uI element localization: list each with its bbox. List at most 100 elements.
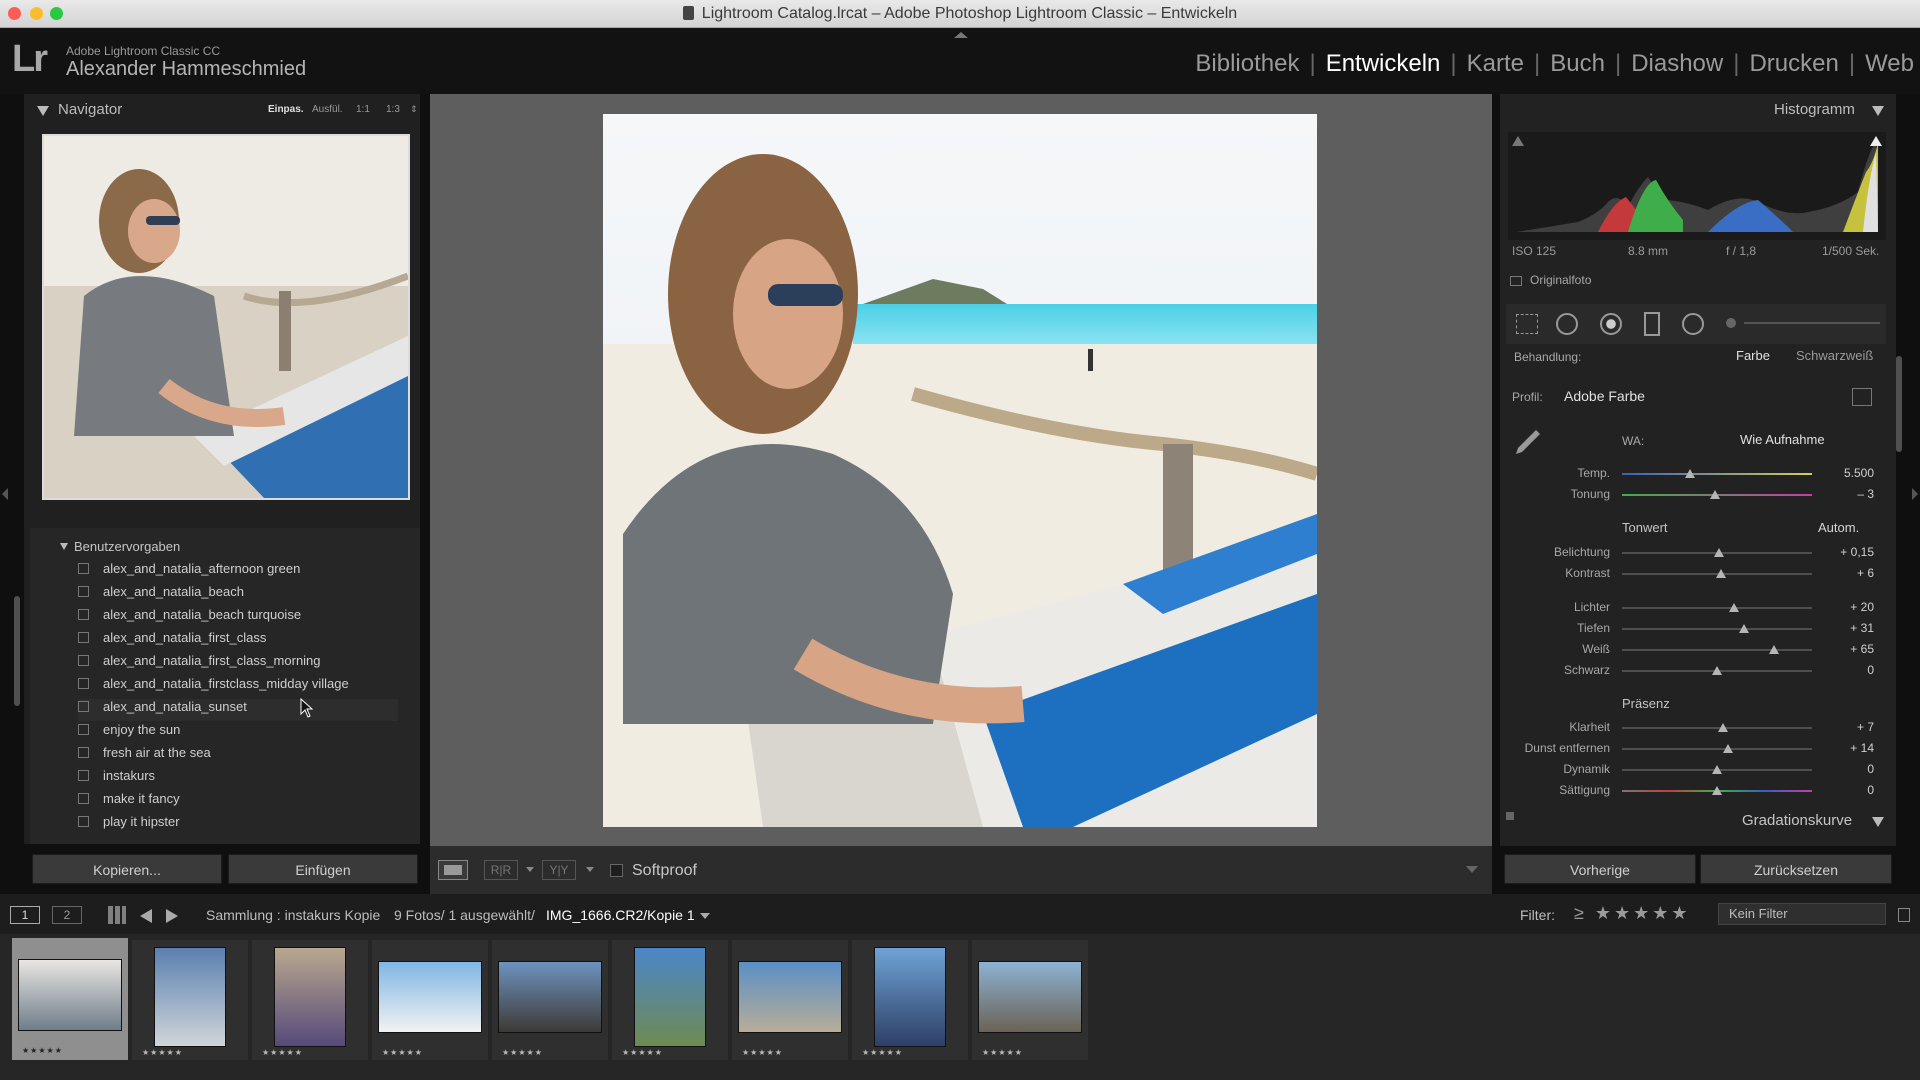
preset-item[interactable]: alex_and_natalia_firstclass_midday villa… xyxy=(78,676,398,698)
slider-value[interactable]: 5.500 xyxy=(1814,466,1874,480)
slider-track[interactable] xyxy=(1622,649,1812,651)
profile-browser-icon[interactable] xyxy=(1852,388,1872,406)
tone-curve-header[interactable]: Gradationskurve xyxy=(1742,812,1852,829)
toolbar-menu-icon[interactable] xyxy=(1466,866,1478,873)
grid-view-icon[interactable] xyxy=(108,906,126,924)
slider-value[interactable]: + 7 xyxy=(1814,720,1874,734)
slider-knob[interactable] xyxy=(1710,490,1721,499)
zoom-chevron-icon[interactable]: ⇕ xyxy=(410,104,418,115)
module-buch[interactable]: Buch xyxy=(1550,50,1605,77)
before-after-swap-icon[interactable]: Y|Y xyxy=(542,860,576,880)
slider-knob[interactable] xyxy=(1738,624,1749,633)
copy-settings-button[interactable]: Kopieren... xyxy=(32,854,222,884)
navigator-preview[interactable] xyxy=(42,134,410,500)
slider-knob[interactable] xyxy=(1685,469,1696,478)
slider-value[interactable]: + 31 xyxy=(1814,621,1874,635)
slider-track[interactable] xyxy=(1622,628,1812,630)
slider-value[interactable]: + 14 xyxy=(1814,741,1874,755)
main-photo[interactable] xyxy=(603,114,1317,827)
slider-track[interactable] xyxy=(1622,748,1812,750)
filter-preset-dropdown[interactable]: Kein Filter xyxy=(1718,903,1886,925)
slider-knob[interactable] xyxy=(1717,723,1728,732)
highlight-clipping-icon[interactable] xyxy=(1870,136,1882,146)
slider-knob[interactable] xyxy=(1713,548,1724,557)
back-arrow-icon[interactable] xyxy=(140,909,152,923)
slider-track[interactable] xyxy=(1622,607,1812,609)
preset-item[interactable]: enjoy the sun xyxy=(78,722,398,744)
tone-curve-expand-icon[interactable] xyxy=(1872,817,1884,827)
filmstrip-thumbnail[interactable]: ★★★★★ xyxy=(372,940,488,1060)
preset-item[interactable]: alex_and_natalia_afternoon green xyxy=(78,561,398,583)
forward-arrow-icon[interactable] xyxy=(166,909,178,923)
module-bibliothek[interactable]: Bibliothek xyxy=(1195,50,1299,77)
primary-display-button[interactable]: 1 xyxy=(10,906,40,924)
slider-knob[interactable] xyxy=(1712,765,1722,774)
reset-button[interactable]: Zurücksetzen xyxy=(1700,854,1892,884)
module-entwickeln[interactable]: Entwickeln xyxy=(1326,50,1441,77)
softproof-checkbox[interactable] xyxy=(610,864,623,877)
preset-item[interactable]: fresh air at the sea xyxy=(78,745,398,767)
slider-knob[interactable] xyxy=(1715,569,1726,578)
slider-value[interactable]: 0 xyxy=(1814,663,1874,677)
histogram-collapse-icon[interactable] xyxy=(1872,106,1884,116)
preset-item[interactable]: make it fancy xyxy=(78,791,398,813)
original-photo-checkbox[interactable] xyxy=(1510,276,1522,286)
paste-settings-button[interactable]: Einfügen xyxy=(228,854,418,884)
slider-knob[interactable] xyxy=(1712,666,1722,675)
secondary-display-button[interactable]: 2 xyxy=(52,906,82,924)
zoom-1to3-option[interactable]: 1:3 xyxy=(386,104,400,115)
slider-value[interactable]: + 20 xyxy=(1814,600,1874,614)
left-panel-toggle-icon[interactable] xyxy=(2,488,8,500)
slider-track[interactable] xyxy=(1622,473,1812,475)
loupe-view-icon[interactable] xyxy=(438,860,468,880)
filmstrip-thumbnail[interactable]: ★★★★★ xyxy=(132,940,248,1060)
preset-item[interactable]: alex_and_natalia_sunset xyxy=(78,699,398,721)
before-after-dropdown-icon[interactable] xyxy=(526,867,534,872)
filmstrip-thumbnail[interactable]: ★★★★★ xyxy=(852,940,968,1060)
spot-removal-icon[interactable] xyxy=(1556,313,1578,335)
filmstrip-thumbnail[interactable]: ★★★★★ xyxy=(732,940,848,1060)
histogram[interactable] xyxy=(1508,132,1886,240)
collection-source[interactable]: Sammlung : instakurs Kopie xyxy=(206,907,380,923)
graduated-filter-icon[interactable] xyxy=(1644,312,1660,336)
slider-value[interactable]: + 0,15 xyxy=(1814,545,1874,559)
preset-item[interactable]: alex_and_natalia_first_class_morning xyxy=(78,653,398,675)
filmstrip-thumbnail[interactable]: ★★★★★ xyxy=(972,940,1088,1060)
presets-group-collapse-icon[interactable] xyxy=(60,543,68,550)
filmstrip-thumbnail[interactable]: ★★★★★ xyxy=(492,940,608,1060)
treatment-bw-option[interactable]: Schwarzweiß xyxy=(1796,348,1873,363)
right-panel-scrollbar[interactable] xyxy=(1896,356,1902,452)
top-panel-toggle-icon[interactable] xyxy=(954,32,968,38)
preset-item[interactable]: alex_and_natalia_first_class xyxy=(78,630,398,652)
module-diashow[interactable]: Diashow xyxy=(1631,50,1723,77)
auto-tone-button[interactable]: Autom. xyxy=(1818,520,1859,535)
file-dropdown-icon[interactable] xyxy=(700,913,710,919)
slider-knob[interactable] xyxy=(1723,744,1734,753)
shadow-clipping-icon[interactable] xyxy=(1512,136,1524,146)
treatment-color-option[interactable]: Farbe xyxy=(1736,348,1770,363)
slider-value[interactable]: + 65 xyxy=(1814,642,1874,656)
current-file-name[interactable]: IMG_1666.CR2/Kopie 1 xyxy=(546,907,695,923)
preset-item[interactable]: play it hipster xyxy=(78,814,398,836)
module-web[interactable]: Web xyxy=(1865,50,1914,77)
slider-value[interactable]: + 6 xyxy=(1814,566,1874,580)
right-panel-toggle-icon[interactable] xyxy=(1912,488,1918,500)
crop-tool-icon[interactable] xyxy=(1516,314,1538,334)
slider-knob[interactable] xyxy=(1729,603,1740,612)
preset-item[interactable]: alex_and_natalia_beach turquoise xyxy=(78,607,398,629)
radial-filter-icon[interactable] xyxy=(1682,313,1704,335)
slider-value[interactable]: 0 xyxy=(1814,762,1874,776)
slider-knob[interactable] xyxy=(1769,645,1779,654)
swap-dropdown-icon[interactable] xyxy=(586,867,594,872)
module-karte[interactable]: Karte xyxy=(1467,50,1524,77)
rating-filter-icon[interactable]: ≥ ★★★★★ xyxy=(1574,903,1691,924)
filmstrip-thumbnail[interactable]: ★★★★★ xyxy=(252,940,368,1060)
white-balance-picker-icon[interactable] xyxy=(1512,426,1540,458)
before-after-icon[interactable]: R|R xyxy=(484,860,518,880)
red-eye-icon[interactable] xyxy=(1600,313,1622,335)
zoom-fill-option[interactable]: Ausfül. xyxy=(312,104,343,115)
profile-dropdown[interactable]: Adobe Farbe xyxy=(1564,388,1645,404)
slider-value[interactable]: – 3 xyxy=(1814,487,1874,501)
left-panel-scrollbar[interactable] xyxy=(14,596,20,706)
presets-group-title[interactable]: Benutzervorgaben xyxy=(74,539,180,554)
